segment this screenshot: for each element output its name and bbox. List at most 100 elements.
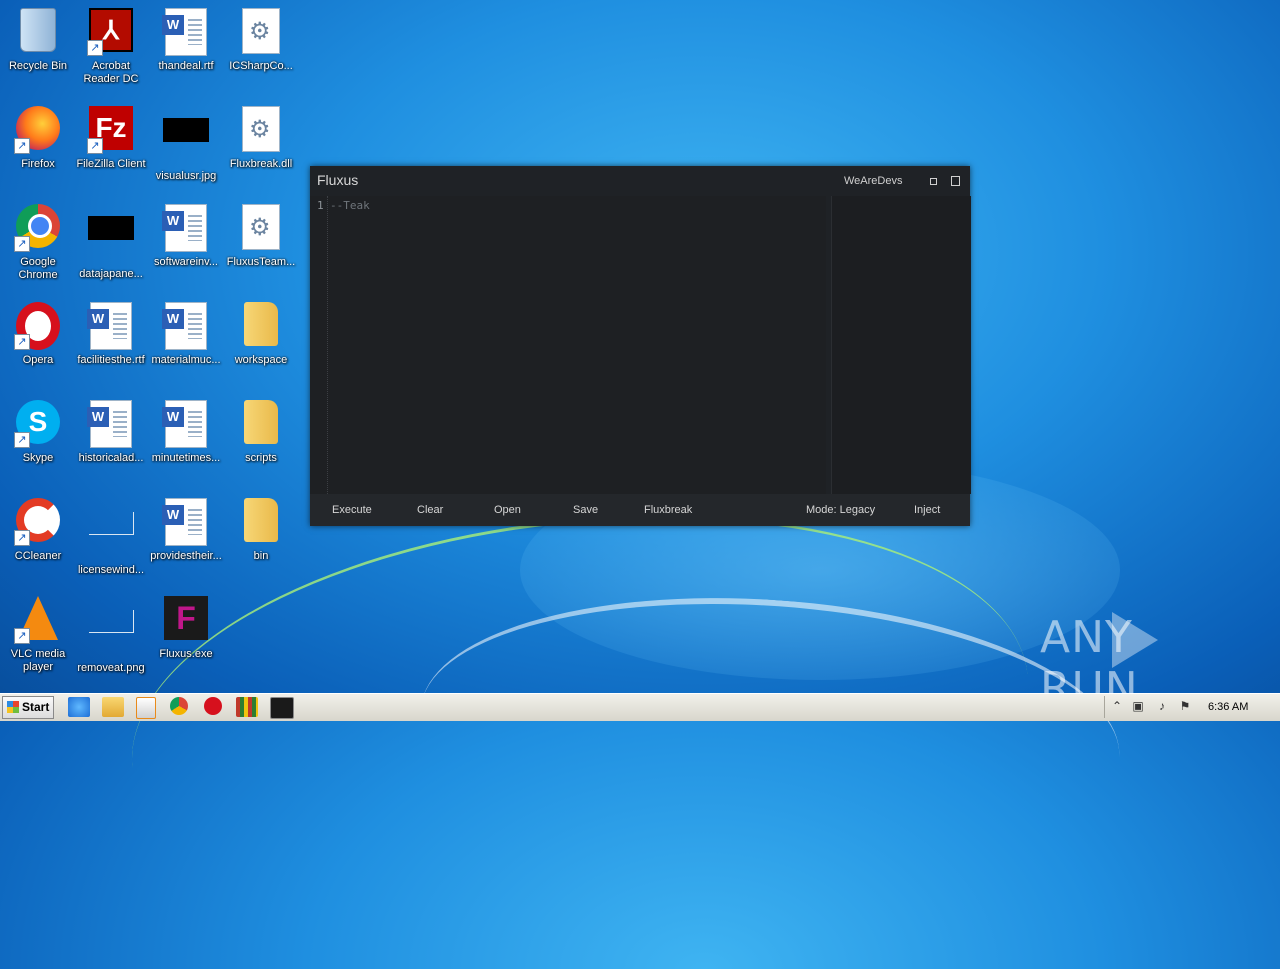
show-hidden-icons-icon[interactable]: ⌃ xyxy=(1110,699,1124,713)
word-document-icon: W xyxy=(162,8,207,56)
desktop-icon-label: Acrobat Reader DC xyxy=(83,60,139,85)
open-button[interactable]: Open xyxy=(494,504,521,516)
desktop-icon-vlc[interactable]: ↗ VLC media player xyxy=(0,596,76,674)
shortcut-arrow-icon: ↗ xyxy=(14,236,30,252)
desktop-icon-label: CCleaner xyxy=(14,550,62,562)
shortcut-arrow-icon: ↗ xyxy=(14,530,30,546)
word-document-icon: W xyxy=(87,302,132,350)
winrar-icon[interactable] xyxy=(236,697,258,717)
desktop-icon-label: historicalad... xyxy=(78,452,144,464)
desktop-icon-label: removeat.png xyxy=(77,662,145,674)
shortcut-arrow-icon: ↗ xyxy=(14,432,30,448)
minimize-icon[interactable] xyxy=(930,178,937,185)
recycle-bin-icon xyxy=(20,8,56,52)
desktop-icon-softwareinv[interactable]: W softwareinv... xyxy=(148,204,224,269)
desktop-icon-recycle-bin[interactable]: Recycle Bin xyxy=(0,8,76,73)
opera-taskbar-icon[interactable] xyxy=(204,697,222,715)
desktop-icon-label: licensewind... xyxy=(77,564,145,576)
desktop-icon-bin[interactable]: bin xyxy=(223,498,299,563)
mode-button[interactable]: Mode: Legacy xyxy=(806,504,875,516)
desktop-icon-materialmuc[interactable]: W materialmuc... xyxy=(148,302,224,367)
internet-explorer-icon[interactable] xyxy=(68,697,90,717)
settings-file-icon xyxy=(242,8,280,54)
word-document-icon: W xyxy=(87,400,132,448)
desktop-icon-datajapane[interactable]: datajapane... xyxy=(73,204,149,281)
desktop-icon-fluxbreak-dll[interactable]: Fluxbreak.dll xyxy=(223,106,299,171)
desktop-icon-icsharpco[interactable]: ICSharpCo... xyxy=(223,8,299,73)
start-button[interactable]: Start xyxy=(2,696,54,719)
desktop-icon-facilitiesthe[interactable]: W facilitiesthe.rtf xyxy=(73,302,149,367)
desktop-icon-label: Recycle Bin xyxy=(8,60,68,72)
chrome-taskbar-icon[interactable] xyxy=(170,697,188,715)
desktop-icon-thandeal[interactable]: W thandeal.rtf xyxy=(148,8,224,73)
fluxus-taskbar-icon[interactable] xyxy=(270,697,294,719)
word-document-icon: W xyxy=(162,204,207,252)
desktop-icon-filezilla[interactable]: Fz ↗ FileZilla Client xyxy=(73,106,149,171)
desktop-icon-workspace[interactable]: workspace xyxy=(223,302,299,367)
action-center-icon[interactable]: ▣ xyxy=(1131,699,1145,713)
media-player-icon[interactable] xyxy=(136,697,156,719)
shortcut-arrow-icon: ↗ xyxy=(87,138,103,154)
code-editor[interactable]: 1 --Teak xyxy=(310,196,826,494)
fluxus-window: Fluxus WeAreDevs 1 --Teak Execute Clear … xyxy=(310,166,971,526)
fluxus-app-icon: F xyxy=(164,596,208,640)
desktop-icon-label: datajapane... xyxy=(79,268,143,280)
inject-button[interactable]: Inject xyxy=(914,504,940,516)
taskbar: Start ⌃ ▣ ♪ ⚑ 6:36 AM xyxy=(0,693,1280,721)
script-list-panel[interactable] xyxy=(831,196,971,494)
desktop-icon-label: Google Chrome xyxy=(18,256,58,281)
maximize-icon[interactable] xyxy=(951,176,960,186)
desktop-icon-label: Fluxbreak.dll xyxy=(229,158,293,170)
desktop-icon-licensewind[interactable]: licensewind... xyxy=(73,498,149,577)
windows-logo-icon xyxy=(7,701,19,713)
desktop-icon-firefox[interactable]: ↗ Firefox xyxy=(0,106,76,171)
clear-button[interactable]: Clear xyxy=(417,504,443,516)
desktop-icon-label: materialmuc... xyxy=(151,354,221,366)
word-document-icon: W xyxy=(162,400,207,448)
settings-file-icon xyxy=(242,106,280,152)
desktop-icon-label: facilitiesthe.rtf xyxy=(77,354,145,366)
volume-icon[interactable]: ♪ xyxy=(1155,699,1169,713)
desktop-icon-label: providestheir... xyxy=(150,550,222,562)
desktop-icon-label: bin xyxy=(253,550,269,562)
image-file-icon xyxy=(88,610,134,633)
shortcut-arrow-icon: ↗ xyxy=(14,334,30,350)
folder-icon xyxy=(244,302,278,346)
code-line[interactable]: --Teak xyxy=(330,199,370,212)
execute-button[interactable]: Execute xyxy=(332,504,372,516)
desktop-icon-label: Firefox xyxy=(21,158,55,170)
desktop-icon-label: softwareinv... xyxy=(154,256,218,268)
desktop-icon-label: FileZilla Client xyxy=(76,158,146,170)
shortcut-arrow-icon: ↗ xyxy=(14,628,30,644)
line-number: 1 xyxy=(317,199,324,212)
desktop-icon-removeat[interactable]: removeat.png xyxy=(73,596,149,675)
word-document-icon: W xyxy=(162,302,207,350)
desktop-icon-minutetimes[interactable]: W minutetimes... xyxy=(148,400,224,465)
window-title: Fluxus xyxy=(317,172,359,188)
network-flag-icon[interactable]: ⚑ xyxy=(1178,699,1192,713)
taskbar-clock[interactable]: 6:36 AM xyxy=(1208,701,1248,713)
line-gutter xyxy=(310,196,328,494)
file-explorer-icon[interactable] xyxy=(102,697,124,717)
desktop-icon-google-chrome[interactable]: ↗ Google Chrome xyxy=(0,204,76,282)
desktop-icon-acrobat-reader[interactable]: ⅄ ↗ Acrobat Reader DC xyxy=(73,8,149,86)
desktop-icon-scripts[interactable]: scripts xyxy=(223,400,299,465)
desktop-icon-ccleaner[interactable]: ↗ CCleaner xyxy=(0,498,76,563)
folder-icon xyxy=(244,400,278,444)
chrome-center-icon xyxy=(28,214,52,238)
desktop-icon-fluxus-exe[interactable]: F Fluxus.exe xyxy=(148,596,224,661)
desktop-icon-visualusr[interactable]: visualusr.jpg xyxy=(148,106,224,183)
desktop-icon-providestheir[interactable]: W providestheir... xyxy=(148,498,224,563)
desktop-icon-skype[interactable]: S ↗ Skype xyxy=(0,400,76,465)
desktop-icon-historicalad[interactable]: W historicalad... xyxy=(73,400,149,465)
image-file-icon xyxy=(88,512,134,535)
desktop-icon-label: Skype xyxy=(22,452,54,464)
save-button[interactable]: Save xyxy=(573,504,598,516)
wearedevs-link[interactable]: WeAreDevs xyxy=(844,175,902,187)
desktop-icon-fluxusteam[interactable]: FluxusTeam... xyxy=(223,204,299,269)
image-file-icon xyxy=(163,118,209,142)
start-label: Start xyxy=(22,700,50,714)
fluxbreak-button[interactable]: Fluxbreak xyxy=(644,504,692,516)
desktop-icon-label: minutetimes... xyxy=(151,452,221,464)
desktop-icon-opera[interactable]: ↗ Opera xyxy=(0,302,76,367)
